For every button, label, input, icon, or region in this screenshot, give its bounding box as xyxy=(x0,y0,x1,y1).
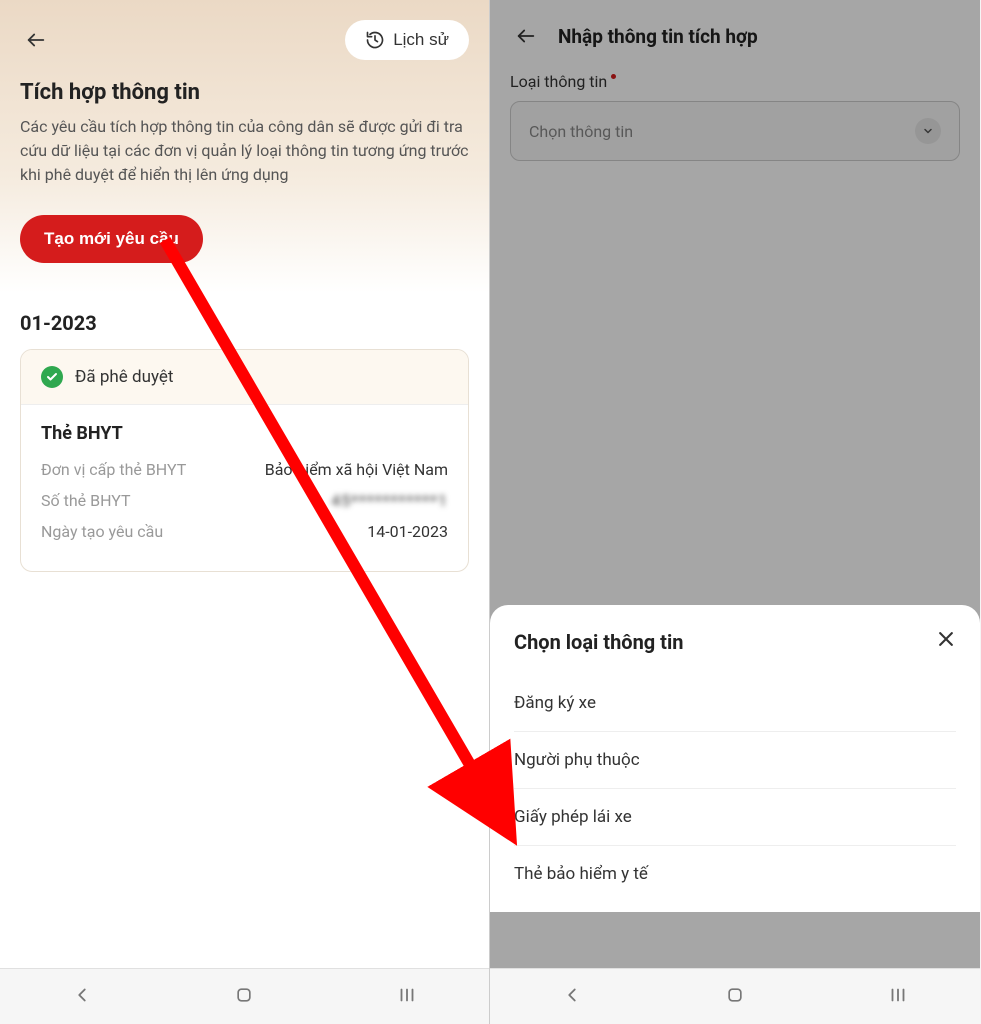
info-label: Số thẻ BHYT xyxy=(41,491,131,510)
sheet-option-vehicle-registration[interactable]: Đăng ký xe xyxy=(514,675,956,732)
chevron-left-icon xyxy=(561,984,583,1006)
sheet-option-drivers-license[interactable]: Giấy phép lái xe xyxy=(514,789,956,846)
card-status-row: Đã phê duyệt xyxy=(21,350,468,405)
info-row: Ngày tạo yêu cầu 14-01-2023 xyxy=(41,522,448,541)
info-row: Đơn vị cấp thẻ BHYT Bảo hiểm xã hội Việt… xyxy=(41,460,448,479)
create-request-button[interactable]: Tạo mới yêu cầu xyxy=(20,215,203,263)
info-value: Bảo hiểm xã hội Việt Nam xyxy=(265,460,448,479)
nav-back[interactable] xyxy=(71,984,93,1010)
history-icon xyxy=(365,30,385,50)
square-icon xyxy=(234,985,254,1005)
nav-recent[interactable] xyxy=(396,984,418,1010)
page-description: Các yêu cầu tích hợp thông tin của công … xyxy=(20,115,469,187)
status-text: Đã phê duyệt xyxy=(75,367,173,387)
bars-icon xyxy=(396,984,418,1006)
nav-recent[interactable] xyxy=(887,984,909,1010)
back-button[interactable] xyxy=(20,24,52,56)
nav-home[interactable] xyxy=(725,985,745,1009)
close-icon xyxy=(936,629,956,649)
sheet-header: Chọn loại thông tin xyxy=(514,629,956,655)
create-request-label: Tạo mới yêu cầu xyxy=(44,229,179,248)
page-title: Tích hợp thông tin xyxy=(20,80,469,105)
screen-input-form: Nhập thông tin tích hợp Loại thông tin C… xyxy=(490,0,980,1024)
chevron-left-icon xyxy=(71,984,93,1006)
close-button[interactable] xyxy=(936,629,956,655)
square-icon xyxy=(725,985,745,1005)
check-circle-icon xyxy=(41,366,63,388)
right-main: Nhập thông tin tích hợp Loại thông tin C… xyxy=(490,0,980,968)
history-button[interactable]: Lịch sử xyxy=(345,20,469,60)
sheet-title: Chọn loại thông tin xyxy=(514,630,683,654)
android-navbar xyxy=(490,968,980,1024)
header-top-row: Lịch sử xyxy=(20,20,469,60)
info-label: Ngày tạo yêu cầu xyxy=(41,522,163,541)
card-body: Thẻ BHYT Đơn vị cấp thẻ BHYT Bảo hiểm xã… xyxy=(21,405,468,571)
header-gradient: Lịch sử Tích hợp thông tin Các yêu cầu t… xyxy=(0,0,489,293)
info-label: Đơn vị cấp thẻ BHYT xyxy=(41,460,186,479)
bars-icon xyxy=(887,984,909,1006)
date-group-heading: 01-2023 xyxy=(20,311,469,335)
request-card[interactable]: Đã phê duyệt Thẻ BHYT Đơn vị cấp thẻ BHY… xyxy=(20,349,469,572)
screen-integration-list: Lịch sử Tích hợp thông tin Các yêu cầu t… xyxy=(0,0,490,1024)
bottom-sheet: Chọn loại thông tin Đăng ký xe Người phụ… xyxy=(490,605,980,912)
nav-home[interactable] xyxy=(234,985,254,1009)
info-value: 14-01-2023 xyxy=(367,522,448,541)
history-button-label: Lịch sử xyxy=(393,30,449,50)
nav-back[interactable] xyxy=(561,984,583,1010)
sheet-option-health-insurance[interactable]: Thẻ bảo hiểm y tế xyxy=(514,846,956,902)
arrow-left-icon xyxy=(25,29,47,51)
card-title: Thẻ BHYT xyxy=(41,423,448,444)
info-row: Số thẻ BHYT 45***********1 xyxy=(41,491,448,510)
sheet-option-dependents[interactable]: Người phụ thuộc xyxy=(514,732,956,789)
info-value-masked: 45***********1 xyxy=(331,491,448,510)
android-navbar xyxy=(0,968,489,1024)
content-area: 01-2023 Đã phê duyệt Thẻ BHYT Đơn vị cấp… xyxy=(0,293,489,968)
